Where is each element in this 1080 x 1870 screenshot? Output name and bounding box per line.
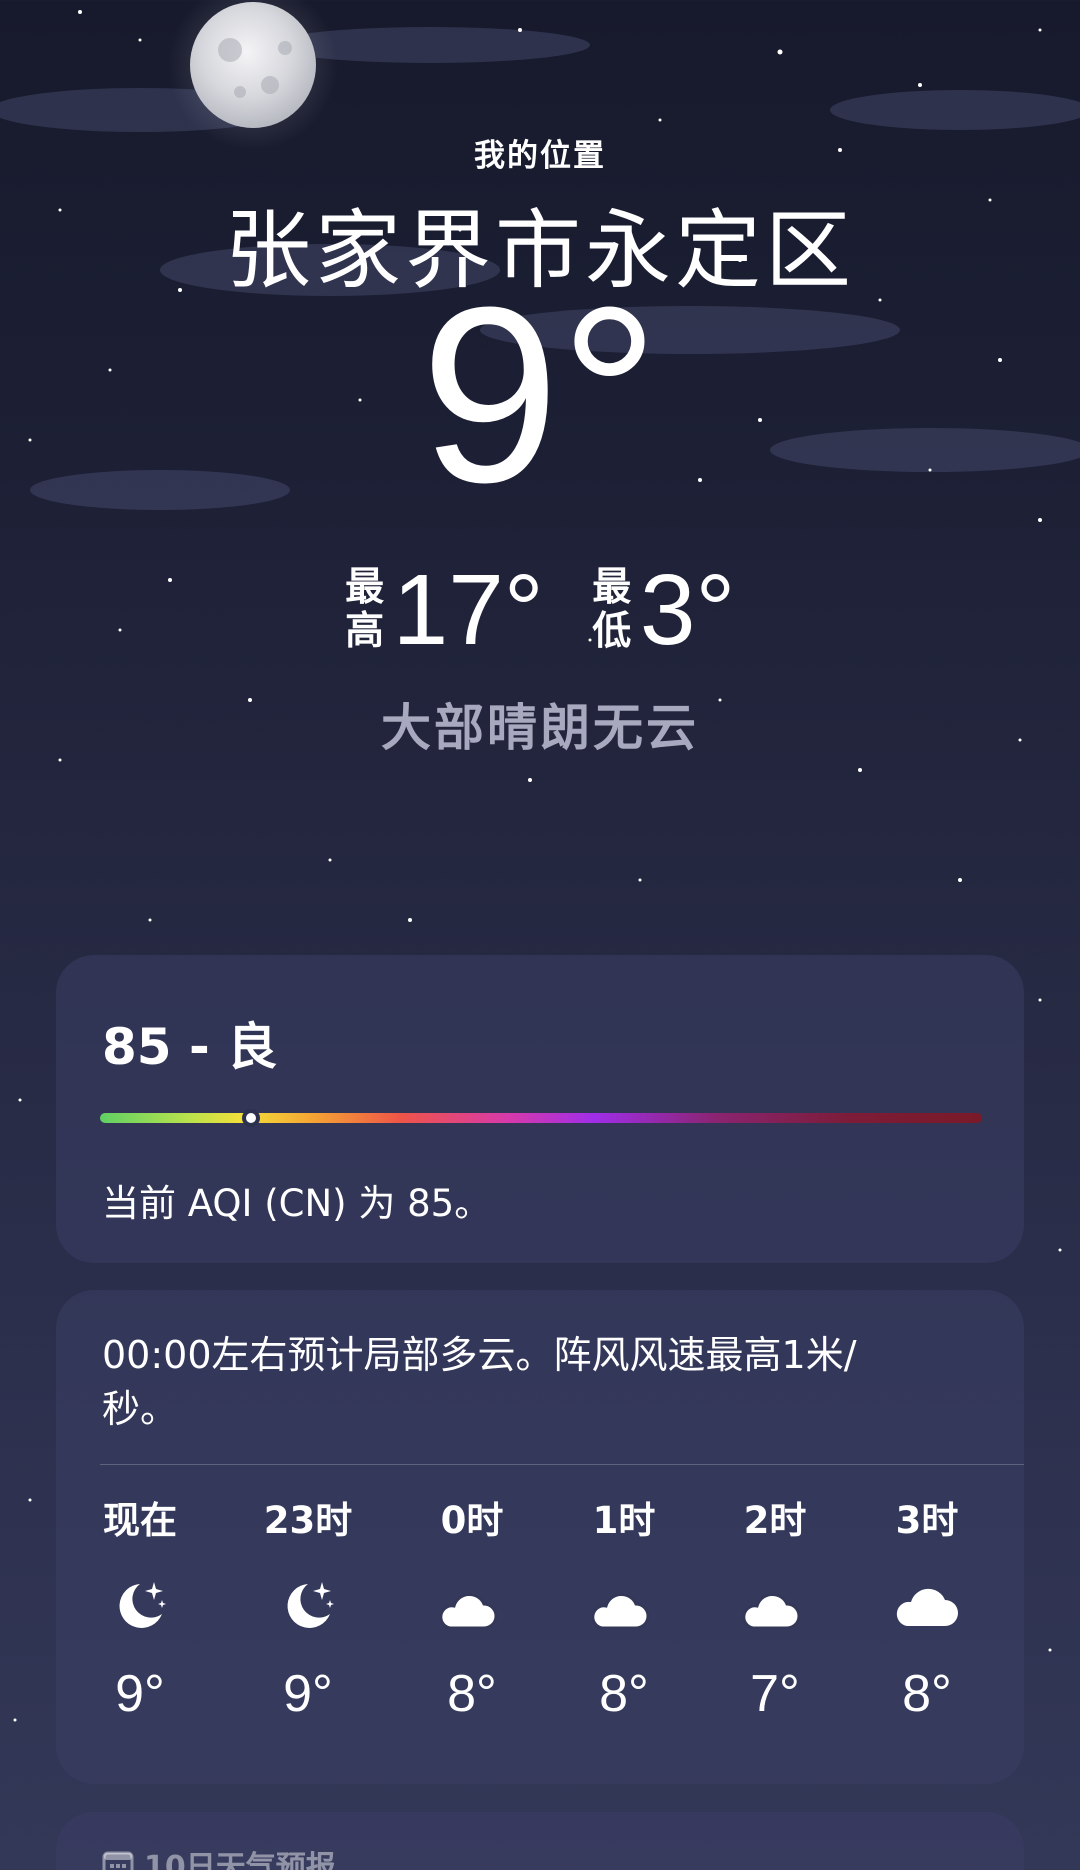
ten-day-forecast-card[interactable]: 10日天气预报 bbox=[56, 1812, 1024, 1870]
divider bbox=[100, 1464, 1024, 1465]
hourly-list[interactable]: 现在 9° 23时 9° 0时 8° 1时 8° 2时 7° 3时 8° bbox=[56, 1496, 1024, 1756]
hour-temperature: 9° bbox=[283, 1665, 333, 1723]
hour-item: 23时 9° bbox=[243, 1496, 373, 1724]
aqi-title: 85 - 良 bbox=[102, 1018, 278, 1076]
hour-label: 现在 bbox=[103, 1499, 177, 1542]
hour-label: 0时 bbox=[440, 1499, 504, 1542]
hour-label: 1时 bbox=[592, 1499, 656, 1542]
hour-temperature: 7° bbox=[750, 1665, 800, 1723]
moon bbox=[190, 2, 316, 128]
cloud-icon bbox=[862, 1576, 992, 1636]
aqi-scale-bar bbox=[100, 1109, 982, 1127]
hour-label: 23时 bbox=[263, 1499, 353, 1542]
my-location-label: 我的位置 bbox=[474, 138, 606, 174]
hour-temperature: 9° bbox=[115, 1665, 165, 1723]
forecast-header: 10日天气预报 bbox=[102, 1842, 336, 1870]
low-temperature: 3° bbox=[639, 554, 736, 666]
hour-label: 2时 bbox=[743, 1499, 807, 1542]
calendar-icon bbox=[102, 1851, 134, 1870]
air-quality-card[interactable]: 85 - 良 当前 AQI (CN) 为 85。 bbox=[56, 955, 1024, 1263]
high-low-temperature: 最高 17° 最低 3° bbox=[0, 560, 1080, 660]
hour-temperature: 8° bbox=[599, 1665, 649, 1723]
aqi-level-marker bbox=[241, 1109, 260, 1127]
moon-stars-icon bbox=[75, 1576, 205, 1636]
hour-item: 0时 8° bbox=[407, 1496, 537, 1724]
hour-item: 2时 7° bbox=[710, 1496, 840, 1724]
hour-temperature: 8° bbox=[902, 1665, 952, 1723]
cloud-moon-icon bbox=[710, 1576, 840, 1636]
high-temperature: 17° bbox=[392, 554, 544, 666]
cloud-moon-icon bbox=[407, 1576, 537, 1636]
forecast-title: 10日天气预报 bbox=[144, 1850, 336, 1870]
cloud-moon-icon bbox=[559, 1576, 689, 1636]
hour-item: 现在 9° bbox=[75, 1496, 205, 1724]
hourly-summary: 00:00左右预计局部多云。阵风风速最高1米/秒。 bbox=[102, 1333, 857, 1431]
weather-condition: 大部晴朗无云 bbox=[381, 699, 699, 757]
hour-label: 3时 bbox=[895, 1499, 959, 1542]
hour-item: 3时 8° bbox=[862, 1496, 992, 1724]
current-temperature: 9° bbox=[420, 255, 660, 534]
low-tag: 最低 bbox=[592, 565, 632, 654]
high-tag: 最高 bbox=[345, 565, 385, 654]
location-header: 我的位置 张家界市永定区 9° 最高 17° 最低 3° 大部晴朗无云 bbox=[0, 130, 1080, 757]
moon-stars-icon bbox=[243, 1576, 373, 1636]
aqi-description: 当前 AQI (CN) 为 85。 bbox=[102, 1182, 492, 1225]
hour-item: 1时 8° bbox=[559, 1496, 689, 1724]
hourly-forecast-card[interactable]: 00:00左右预计局部多云。阵风风速最高1米/秒。 现在 9° 23时 9° 0时 8° 1… bbox=[56, 1290, 1024, 1784]
hour-temperature: 8° bbox=[447, 1665, 497, 1723]
